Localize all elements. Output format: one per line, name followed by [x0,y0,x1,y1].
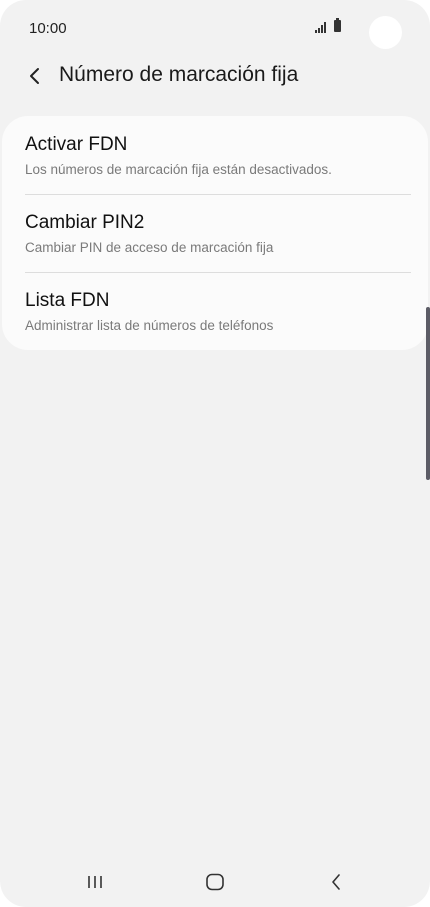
setting-item-lista-fdn[interactable]: Lista FDN Administrar lista de números d… [2,272,428,350]
page-title: Número de marcación fija [59,63,299,86]
home-icon[interactable] [195,866,235,898]
phone-screen: 10:00 Número de marcación fija Activar F… [0,0,430,907]
navigation-bar [0,858,430,907]
status-icons [313,18,353,34]
setting-item-subtitle: Administrar lista de números de teléfono… [25,318,274,333]
setting-item-title: Lista FDN [25,290,110,311]
status-time: 10:00 [29,20,67,37]
recent-apps-icon[interactable] [75,866,115,898]
status-bar: 10:00 [0,0,430,56]
setting-item-subtitle: Los números de marcación fija están desa… [25,162,332,177]
setting-item-subtitle: Cambiar PIN de acceso de marcación fija [25,240,274,255]
back-icon[interactable] [316,866,356,898]
camera-cutout [369,16,402,49]
back-arrow-icon[interactable] [18,60,50,92]
setting-item-title: Activar FDN [25,134,128,155]
settings-card: Activar FDN Los números de marcación fij… [2,116,428,350]
setting-item-cambiar-pin2[interactable]: Cambiar PIN2 Cambiar PIN de acceso de ma… [2,194,428,272]
signal-icon [315,22,329,33]
setting-item-title: Cambiar PIN2 [25,212,145,233]
header: Número de marcación fija [0,56,430,96]
battery-icon [334,18,341,32]
scrollbar[interactable] [426,307,430,480]
setting-item-activar-fdn[interactable]: Activar FDN Los números de marcación fij… [2,116,428,194]
